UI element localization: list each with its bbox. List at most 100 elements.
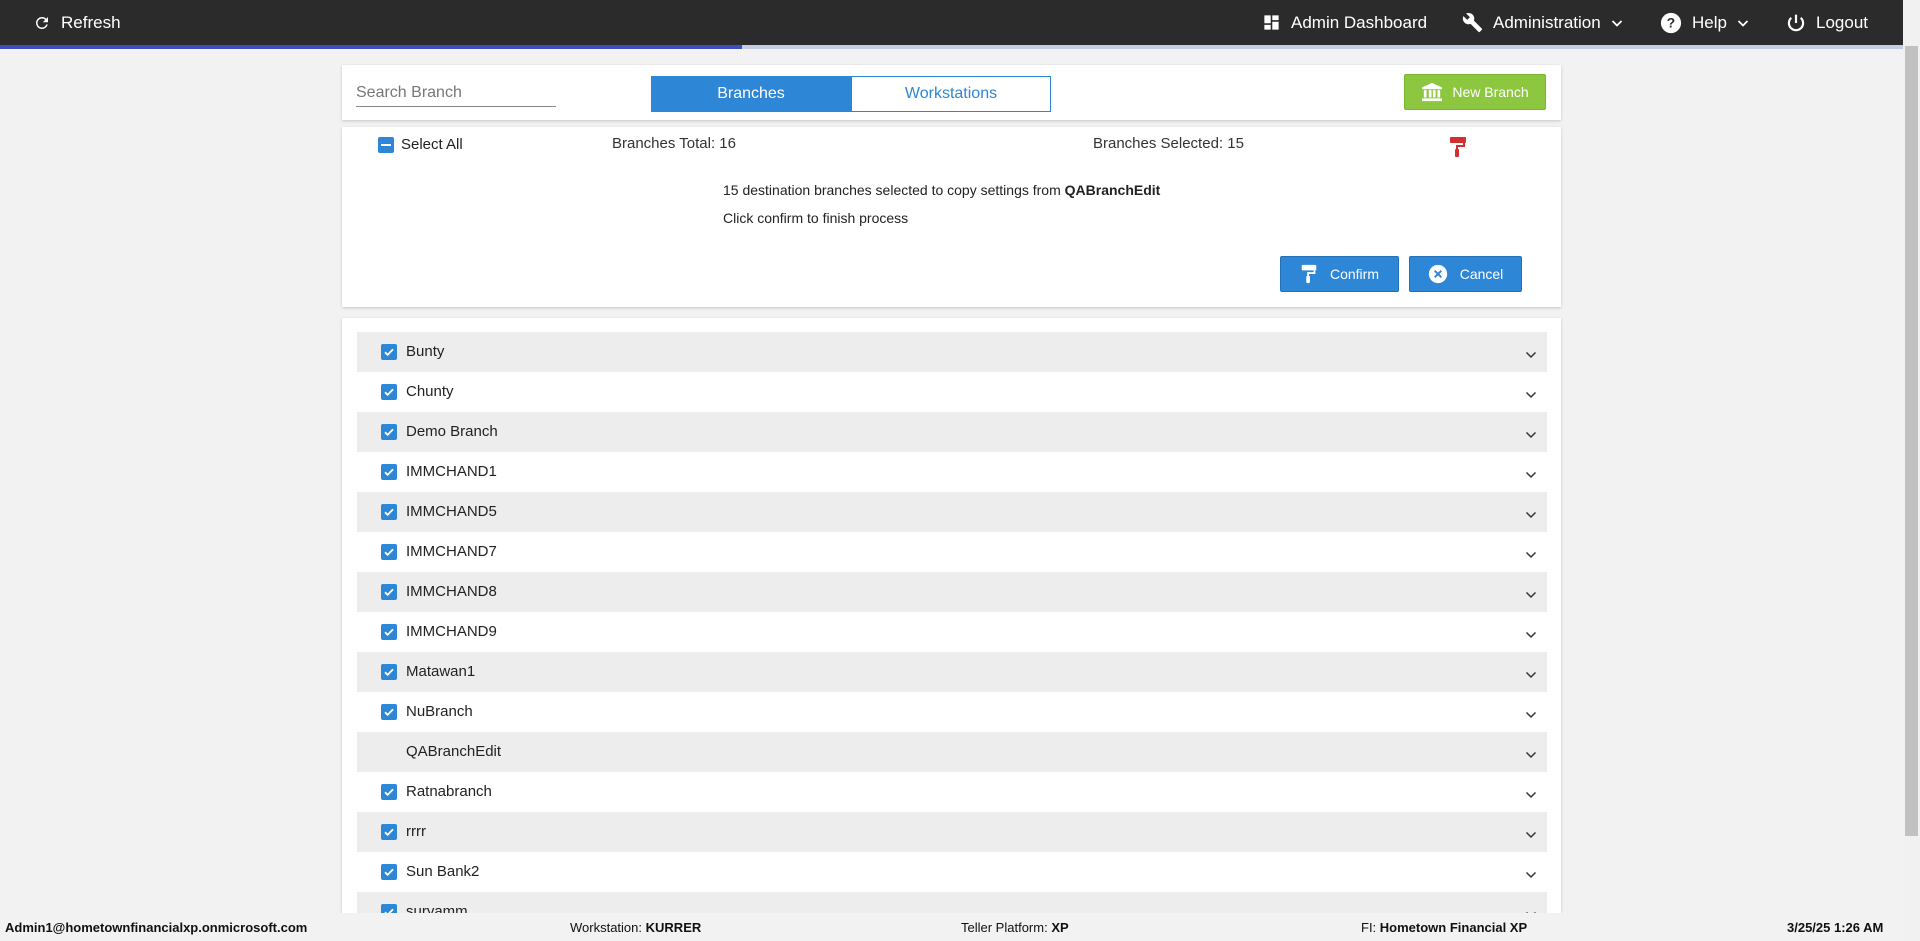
branch-checkbox[interactable]	[381, 664, 397, 680]
search-branch-input[interactable]	[356, 79, 556, 107]
branch-row[interactable]: rrrr	[357, 812, 1547, 852]
cancel-button[interactable]: Cancel	[1409, 256, 1522, 292]
chevron-down-icon[interactable]	[1525, 747, 1537, 765]
footer-fi-value: Hometown Financial XP	[1379, 920, 1528, 935]
chevron-down-icon[interactable]	[1525, 547, 1537, 565]
chevron-down-icon	[1611, 19, 1622, 27]
new-branch-button[interactable]: New Branch	[1404, 74, 1546, 110]
branch-checkbox[interactable]	[381, 624, 397, 640]
branch-row[interactable]: Bunty	[357, 332, 1547, 372]
checkmark-icon	[384, 388, 394, 397]
branch-row[interactable]: IMMCHAND5	[357, 492, 1547, 532]
tab-branches[interactable]: Branches	[651, 76, 851, 112]
tab-branches-label: Branches	[717, 85, 785, 102]
branch-checkbox[interactable]	[381, 504, 397, 520]
checkmark-icon	[384, 468, 394, 477]
chevron-down-icon[interactable]	[1525, 627, 1537, 645]
branches-selected-label: Branches Selected:	[1093, 135, 1224, 152]
chevron-down-icon[interactable]	[1525, 787, 1537, 805]
branches-total: Branches Total: 16	[612, 135, 736, 152]
chevron-down-icon[interactable]	[1525, 427, 1537, 445]
administration-menu[interactable]: Administration	[1462, 0, 1623, 45]
chevron-down-icon[interactable]	[1525, 867, 1537, 885]
branch-name: Bunty	[406, 343, 445, 360]
help-menu[interactable]: ? Help	[1660, 0, 1749, 45]
chevron-down-icon[interactable]	[1525, 387, 1537, 405]
branch-row[interactable]: IMMCHAND7	[357, 532, 1547, 572]
chevron-down-icon[interactable]	[1525, 707, 1537, 725]
select-all-label[interactable]: Select All	[401, 136, 463, 153]
branch-checkbox[interactable]	[381, 824, 397, 840]
branch-checkbox[interactable]	[381, 544, 397, 560]
power-icon	[1787, 14, 1805, 31]
scrollbar-thumb[interactable]	[1905, 46, 1918, 836]
branch-name: Demo Branch	[406, 423, 498, 440]
help-label: Help	[1692, 12, 1727, 32]
chevron-down-icon[interactable]	[1525, 827, 1537, 845]
branch-name: IMMCHAND8	[406, 583, 497, 600]
paint-roller-icon[interactable]	[1449, 136, 1467, 158]
branch-row[interactable]: Sun Bank2	[357, 852, 1547, 892]
chevron-down-icon[interactable]	[1525, 507, 1537, 525]
paint-roller-icon	[1301, 264, 1317, 284]
confirm-instruction: Click confirm to finish process	[723, 210, 909, 226]
close-circle-icon	[1428, 264, 1447, 284]
branch-name: IMMCHAND1	[406, 463, 497, 480]
branches-selected-value: 15	[1227, 135, 1244, 152]
refresh-button[interactable]: Refresh	[33, 0, 121, 45]
footer-platform-label: Teller Platform:	[961, 920, 1048, 935]
branch-row[interactable]: IMMCHAND8	[357, 572, 1547, 612]
branch-checkbox[interactable]	[381, 904, 397, 913]
branch-row[interactable]: IMMCHAND9	[357, 612, 1547, 652]
chevron-down-icon[interactable]	[1525, 347, 1537, 365]
loading-progress-bar	[0, 45, 1903, 49]
chevron-down-icon	[1737, 19, 1749, 27]
footer-workstation-value: KURRER	[645, 920, 702, 935]
branch-row[interactable]: IMMCHAND1	[357, 452, 1547, 492]
branch-name: IMMCHAND9	[406, 623, 497, 640]
checkmark-icon	[384, 508, 394, 517]
checkmark-icon	[384, 868, 394, 877]
branch-checkbox[interactable]	[381, 464, 397, 480]
footer-datetime: 3/25/25 1:26 AM	[1787, 920, 1883, 935]
chevron-down-icon[interactable]	[1525, 467, 1537, 485]
checkmark-icon	[384, 628, 394, 637]
select-all-checkbox[interactable]	[378, 137, 394, 153]
branch-checkbox[interactable]	[381, 864, 397, 880]
branch-row[interactable]: Chunty	[357, 372, 1547, 412]
svg-text:?: ?	[1667, 15, 1675, 30]
confirm-button[interactable]: Confirm	[1280, 256, 1399, 292]
logout-button[interactable]: Logout	[1786, 0, 1868, 45]
branch-checkbox[interactable]	[381, 344, 397, 360]
branch-checkbox[interactable]	[381, 704, 397, 720]
checkmark-icon	[384, 348, 394, 357]
refresh-label: Refresh	[61, 12, 121, 32]
branch-row[interactable]: Matawan1	[357, 652, 1547, 692]
branch-checkbox[interactable]	[381, 584, 397, 600]
branch-checkbox[interactable]	[381, 784, 397, 800]
branch-name: Matawan1	[406, 663, 476, 680]
branch-name: rrrr	[406, 823, 426, 840]
branch-row[interactable]: Demo Branch	[357, 412, 1547, 452]
footer-fi: FI: Hometown Financial XP	[1361, 920, 1527, 935]
top-bar: Refresh Admin Dashboard Administration ?…	[0, 0, 1903, 45]
chevron-down-icon[interactable]	[1525, 667, 1537, 685]
checkmark-icon	[384, 668, 394, 677]
branches-selected: Branches Selected: 15	[1093, 135, 1244, 152]
branch-checkbox[interactable]	[381, 424, 397, 440]
footer-platform-value: XP	[1051, 920, 1069, 935]
branch-row[interactable]: suryamm	[357, 892, 1547, 913]
branch-row[interactable]: NuBranch	[357, 692, 1547, 732]
checkmark-icon	[384, 708, 394, 717]
refresh-icon	[35, 16, 48, 29]
branches-total-value: 16	[719, 135, 736, 152]
branch-row[interactable]: Ratnabranch	[357, 772, 1547, 812]
wrench-icon	[1462, 12, 1483, 33]
branch-row[interactable]: QABranchEdit	[357, 732, 1547, 772]
page-scrollbar[interactable]	[1903, 0, 1920, 941]
admin-dashboard-button[interactable]: Admin Dashboard	[1262, 0, 1427, 45]
tab-workstations[interactable]: Workstations	[851, 76, 1051, 112]
bank-icon	[1422, 82, 1443, 102]
chevron-down-icon[interactable]	[1525, 587, 1537, 605]
branch-checkbox[interactable]	[381, 384, 397, 400]
